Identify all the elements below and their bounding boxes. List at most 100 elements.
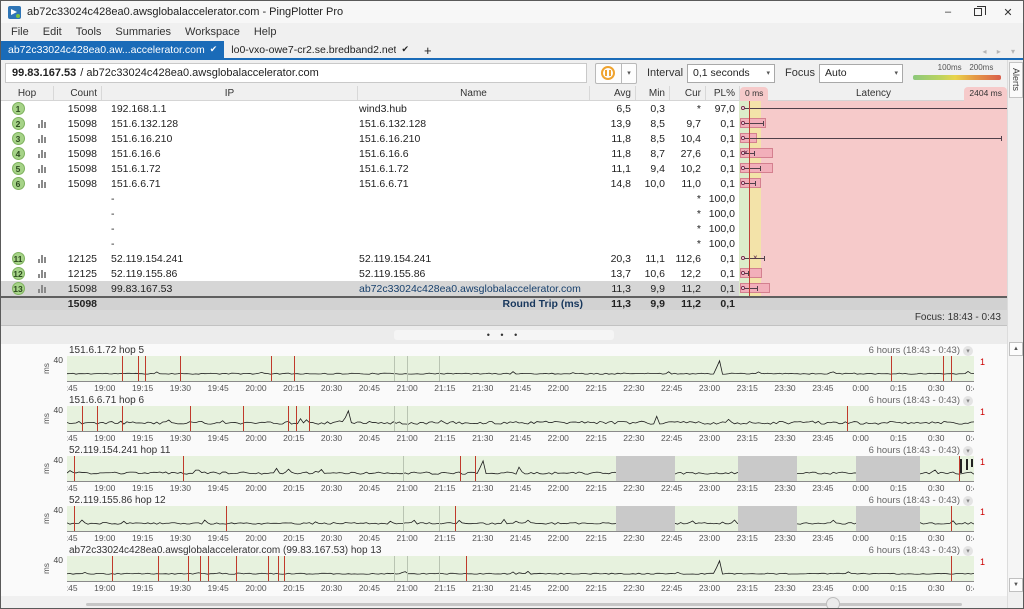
graph-toggle-cell[interactable] [31,251,53,266]
header-hop[interactable]: Hop [1,86,53,100]
table-row-hop-4[interactable]: 415098151.6.16.6151.6.16.611,88,727,60,1… [1,146,1007,161]
menu-file[interactable]: File [4,26,36,38]
axis-tick-label: 18:45 [67,433,78,443]
graph-plot-area[interactable] [67,356,974,382]
pause-dropdown-button[interactable]: ▾ [622,63,637,84]
new-tab-button[interactable]: + [416,43,440,58]
graph-toggle-cell[interactable] [31,176,53,191]
timeline-graph-hop[interactable]: 151.6.1.72 hop 56 hours (18:43 - 0:43)▾4… [1,344,1007,394]
graph-time-range[interactable]: 6 hours (18:43 - 0:43)▾ [869,395,973,406]
mini-bar-chart-icon[interactable] [38,270,46,278]
axis-tick-label: 0:45 [966,433,974,443]
table-row-hop-2[interactable]: 215098151.6.132.128151.6.132.12813,98,59… [1,116,1007,131]
splitter-handle[interactable]: • • • [394,330,614,340]
legend-100ms-label: 100ms [938,63,962,72]
table-row-hop-1[interactable]: 115098192.168.1.1wind3.hub6,50,3*97,0 [1,101,1007,116]
hscroll-thumb[interactable] [826,597,840,609]
menu-tools[interactable]: Tools [69,26,109,38]
scroll-down-button[interactable]: ▼ [1009,578,1023,592]
restore-button[interactable] [963,1,993,23]
hop-number-badge: 6 [12,177,25,190]
mini-bar-chart-icon[interactable] [38,135,46,143]
chevron-down-icon[interactable]: ▾ [963,446,973,456]
table-row-hop-13[interactable]: 131509899.83.167.53ab72c33024c428ea0.aws… [1,281,1007,296]
axis-tick-label: 21:15 [434,533,455,543]
mini-bar-chart-icon[interactable] [38,285,46,293]
header-pl[interactable]: PL% [705,86,739,100]
mini-bar-chart-icon[interactable] [38,180,46,188]
table-row-hop-unknown-8[interactable]: -*100,0 [1,221,1007,236]
horizontal-scrollbar[interactable] [1,596,1007,609]
graph-time-range[interactable]: 6 hours (18:43 - 0:43)▾ [869,495,973,506]
alerts-side-tab[interactable]: Alerts [1009,62,1023,98]
mini-bar-chart-icon[interactable] [38,255,46,263]
table-row-hop-6[interactable]: 615098151.6.6.71151.6.6.7114,810,011,00,… [1,176,1007,191]
latency-max-scale: 2404 ms [964,87,1007,101]
axis-tick-label: 21:30 [472,383,493,393]
graph-plot-area[interactable] [67,556,974,582]
table-row-hop-11[interactable]: 111212552.119.154.24152.119.154.24120,31… [1,251,1007,266]
table-row-hop-3[interactable]: 315098151.6.16.210151.6.16.21011,88,510,… [1,131,1007,146]
packet-loss-line [943,356,944,381]
no-data-block [616,456,675,481]
packet-loss-line [200,556,201,581]
menu-help[interactable]: Help [247,26,284,38]
header-cur[interactable]: Cur [669,86,705,100]
timeline-graph-hop[interactable]: 151.6.6.71 hop 66 hours (18:43 - 0:43)▾4… [1,394,1007,444]
tab-scroll-arrows[interactable]: ◂ ▸ ▾ [983,47,1020,56]
menu-workspace[interactable]: Workspace [178,26,247,38]
chevron-down-icon[interactable]: ▾ [963,346,973,356]
timeline-graph-hop[interactable]: ab72c33024c428ea0.awsglobalaccelerator.c… [1,544,1007,594]
graph-toggle-cell[interactable] [31,281,53,296]
header-count[interactable]: Count [53,86,101,100]
target-tab-1[interactable]: ab72c33024c428ea0.aw...accelerator.com✔ [1,41,224,58]
close-button[interactable]: ✕ [993,1,1023,23]
interval-select[interactable]: 0,1 seconds ▾ [687,64,775,83]
minimize-button[interactable]: – [933,1,963,23]
target-tab-2[interactable]: lo0-vxo-owe7-cr2.se.bredband2.net✔ [224,41,416,58]
focus-select[interactable]: Auto ▾ [819,64,903,83]
scroll-up-button[interactable]: ▲ [1009,342,1023,356]
table-row-hop-unknown-9[interactable]: -*100,0 [1,236,1007,251]
graph-time-axis: 18:4519:0019:1519:3019:4520:0020:1520:30… [67,483,974,494]
chevron-down-icon[interactable]: ▾ [963,496,973,506]
graph-plot-area[interactable] [67,406,974,432]
vertical-scrollbar[interactable]: ▲ ▼ [1008,342,1024,592]
table-row-hop-unknown-7[interactable]: -*100,0 [1,206,1007,221]
graph-toggle-cell[interactable] [31,131,53,146]
name-cell: 151.6.6.71 [357,178,589,190]
chevron-down-icon[interactable]: ▾ [963,546,973,556]
graph-plot-area[interactable] [67,506,974,532]
header-min[interactable]: Min [635,86,669,100]
header-avg[interactable]: Avg [589,86,635,100]
graph-toggle-cell[interactable] [31,266,53,281]
mini-bar-chart-icon[interactable] [38,120,46,128]
graph-plot-area[interactable] [67,456,974,482]
faint-marker-line [394,356,395,381]
chevron-down-icon[interactable]: ▾ [963,396,973,406]
table-row-hop-5[interactable]: 515098151.6.1.72151.6.1.7211,19,410,20,1 [1,161,1007,176]
pause-button[interactable] [595,63,622,84]
table-row-hop-12[interactable]: 121212552.119.155.8652.119.155.8613,710,… [1,266,1007,281]
timeline-graph-hop[interactable]: 52.119.154.241 hop 116 hours (18:43 - 0:… [1,444,1007,494]
graph-time-range[interactable]: 6 hours (18:43 - 0:43)▾ [869,345,973,356]
ip-cell: - [109,193,357,205]
name-cell: 151.6.16.210 [357,133,589,145]
table-row-hop-unknown-6[interactable]: -*100,0 [1,191,1007,206]
header-name[interactable]: Name [357,86,589,100]
timeline-graph-hop[interactable]: 52.119.155.86 hop 126 hours (18:43 - 0:4… [1,494,1007,544]
mini-bar-chart-icon[interactable] [38,150,46,158]
graph-toggle-cell[interactable] [31,116,53,131]
pane-splitter[interactable]: • • • [1,326,1007,344]
target-address-box[interactable]: 99.83.167.53 / ab72c33024c428ea0.awsglob… [5,63,587,83]
graph-toggle-cell[interactable] [31,146,53,161]
header-latency[interactable]: 0 ms Latency 2404 ms [739,86,1007,100]
menu-edit[interactable]: Edit [36,26,69,38]
avg-cell: 6,5 [589,103,635,115]
graph-time-range[interactable]: 6 hours (18:43 - 0:43)▾ [869,445,973,456]
mini-bar-chart-icon[interactable] [38,165,46,173]
header-ip[interactable]: IP [101,86,357,100]
graph-time-range[interactable]: 6 hours (18:43 - 0:43)▾ [869,545,973,556]
menu-summaries[interactable]: Summaries [108,26,178,38]
graph-toggle-cell[interactable] [31,161,53,176]
